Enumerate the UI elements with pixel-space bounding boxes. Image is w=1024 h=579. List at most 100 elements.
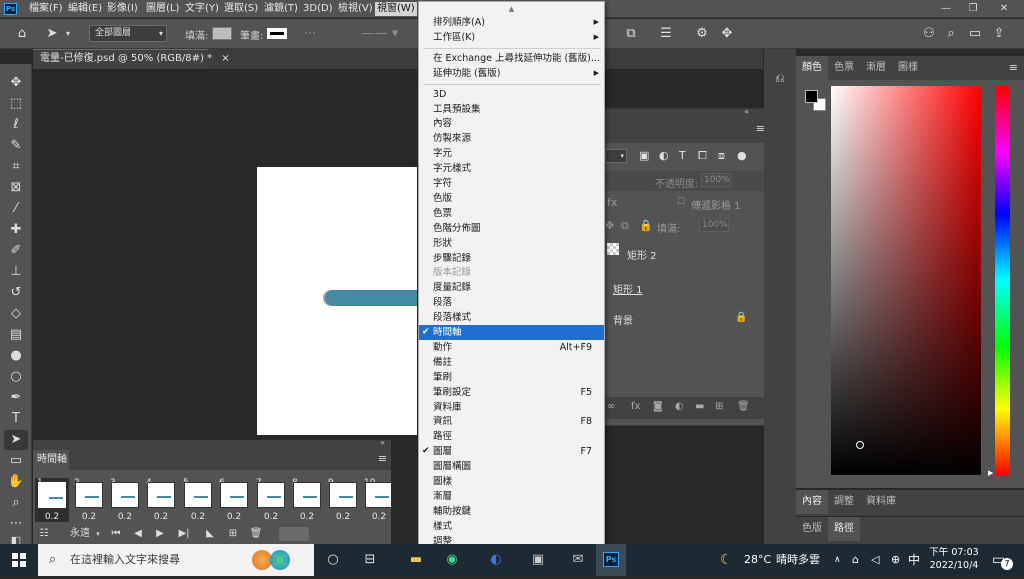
history-panel-icon[interactable]: ⎌ (769, 67, 791, 89)
quick-select-tool-icon[interactable]: ✎ (4, 136, 28, 156)
previous-frame-icon[interactable]: ◀ (131, 526, 145, 542)
filter-toggle-icon[interactable]: ● (737, 149, 747, 162)
tab-channels[interactable]: 色版 (796, 517, 828, 541)
window-menu-item[interactable]: 段落樣式 (419, 310, 604, 325)
eraser-tool-icon[interactable]: ◇ (4, 304, 28, 324)
lock-all-icon[interactable]: 🔒 (639, 219, 653, 232)
propagate-checkbox[interactable]: ☐ (677, 197, 685, 207)
window-menu-item[interactable]: 3D (419, 87, 604, 102)
marquee-tool-icon[interactable]: ⬚ (4, 94, 28, 114)
collapse-icon[interactable]: « (380, 438, 385, 447)
window-menu-item[interactable]: 步驟記錄 (419, 251, 604, 266)
task-view-icon[interactable]: ○ (315, 544, 351, 576)
frame-delay[interactable]: 0.2 (329, 511, 357, 523)
menu-select[interactable]: 選取(S) (222, 2, 260, 16)
menu-filter[interactable]: 濾鏡(T) (262, 2, 300, 16)
add-mask-icon[interactable]: ◙ (653, 401, 663, 412)
menu-edit[interactable]: 編輯(E) (66, 2, 104, 16)
type-tool-icon[interactable]: T (4, 409, 28, 429)
layer-fill-field[interactable]: 100% (699, 218, 729, 232)
pen-tool-icon[interactable]: ✒ (4, 388, 28, 408)
taskbar-search-box[interactable]: ⌕ 在這裡輸入文字來搜尋 (38, 544, 314, 576)
frame-delay[interactable]: 0.2 (293, 511, 321, 523)
window-menu-item[interactable]: 圖樣 (419, 474, 604, 489)
chrome-icon[interactable]: ◉ (434, 544, 470, 576)
frame-4[interactable]: 40.2 (144, 478, 178, 522)
layer-name[interactable]: 矩形 2 (627, 247, 657, 262)
start-button[interactable] (0, 544, 38, 576)
opacity-field[interactable]: 100% (701, 173, 731, 187)
blur-tool-icon[interactable]: ● (4, 346, 28, 366)
trash-icon[interactable]: 🗑 (737, 401, 750, 412)
restore-icon[interactable]: ❐ (962, 1, 984, 16)
menu-type[interactable]: 文字(Y) (183, 2, 221, 16)
new-layer-icon[interactable]: ⊞ (715, 401, 723, 412)
frame-2[interactable]: 20.2 (72, 478, 106, 522)
widgets-icon[interactable]: ⊟ (352, 544, 388, 576)
edge-icon[interactable]: ◐ (478, 544, 514, 576)
lock-position-icon[interactable]: ✥ (605, 219, 614, 232)
window-menu-item[interactable]: ✔ 圖層 F7 (419, 444, 604, 459)
window-menu-item[interactable]: 排列順序(A) ▶ (419, 15, 604, 30)
image-filter-icon[interactable]: ▣ (639, 149, 649, 162)
tab-libraries[interactable]: 資料庫 (860, 490, 902, 514)
search-icon[interactable]: ⌕ (942, 19, 960, 49)
store-icon[interactable]: ▣ (520, 544, 556, 576)
collapse-icon[interactable]: « (744, 107, 749, 116)
tab-adjustments[interactable]: 調整 (828, 490, 860, 514)
tab-paths[interactable]: 路徑 (828, 517, 860, 541)
window-menu-item[interactable]: ✔ 時間軸 (419, 325, 604, 340)
window-menu-item[interactable]: 工具預設集 (419, 102, 604, 117)
shape-filter-icon[interactable]: ⧠ (698, 149, 707, 163)
hand-tool-icon[interactable]: ✋ (4, 472, 28, 492)
frame-delay[interactable]: 0.2 (184, 511, 212, 523)
window-menu-item[interactable]: 色票 (419, 206, 604, 221)
menu-window[interactable]: 視窗(W) (375, 2, 417, 16)
layer-name[interactable]: 背景 (613, 312, 633, 327)
window-menu-item[interactable]: 輔助按鍵 (419, 504, 604, 519)
minimize-icon[interactable]: — (935, 1, 957, 16)
color-picker-marker[interactable] (856, 441, 864, 449)
window-menu-item[interactable]: 內容 (419, 116, 604, 131)
frame-delay[interactable]: 0.2 (147, 511, 175, 523)
frame-6[interactable]: 60.2 (217, 478, 251, 522)
layer-name[interactable]: 矩形 1 (613, 281, 643, 296)
frame-delay[interactable]: 0.2 (111, 511, 139, 523)
window-menu-item[interactable]: 圖層構圖 (419, 459, 604, 474)
window-menu-item[interactable]: 延伸功能 (舊版) ▶ (419, 66, 604, 81)
foreground-color-swatch[interactable] (805, 90, 818, 103)
stroke-type-dropdown[interactable]: —— ▾ (360, 19, 400, 49)
adjustment-filter-icon[interactable]: ◐ (659, 149, 669, 162)
align-edges-icon[interactable]: ✥ (716, 19, 738, 49)
lasso-tool-icon[interactable]: ℓ (4, 115, 28, 135)
menu-file[interactable]: 檔案(F) (27, 2, 65, 16)
frame-delay[interactable]: 0.2 (38, 511, 66, 523)
home-icon[interactable]: ⌂ (10, 19, 34, 49)
window-menu-item[interactable]: 度量記錄 (419, 280, 604, 295)
play-icon[interactable]: ▶ (153, 526, 167, 542)
link-layers-icon[interactable]: ∞ (607, 401, 615, 412)
window-menu-item[interactable]: 備註 (419, 355, 604, 370)
input-method-icon[interactable]: ⊕ (891, 544, 900, 576)
window-menu-item[interactable]: 樣式 (419, 519, 604, 534)
tab-patterns[interactable]: 圖樣 (892, 56, 924, 80)
frame-8[interactable]: 80.2 (290, 478, 324, 522)
weather-temperature[interactable]: 28°C (744, 544, 771, 576)
chevron-up-icon[interactable]: ∧ (834, 544, 841, 576)
menu-3d[interactable]: 3D(D) (301, 2, 335, 16)
gradient-tool-icon[interactable]: ▤ (4, 325, 28, 345)
stroke-swatch[interactable] (266, 27, 288, 40)
layer-row[interactable]: 矩形 2 (605, 237, 769, 271)
path-selection-tool-icon[interactable]: ➤ (4, 430, 28, 450)
tween-icon[interactable]: ◣ (203, 526, 217, 542)
file-explorer-icon[interactable]: ▬ (398, 544, 434, 576)
window-menu-item[interactable]: 動作 Alt+F9 (419, 340, 604, 355)
network-icon[interactable]: ⌂ (852, 544, 859, 576)
frame-3[interactable]: 30.2 (108, 478, 142, 522)
ime-indicator[interactable]: 中 (908, 544, 920, 576)
stroke-width-field[interactable]: ⋯ (300, 19, 320, 49)
tab-swatches[interactable]: 色票 (828, 56, 860, 80)
hue-slider[interactable]: ▶ (988, 86, 1010, 477)
window-menu-item[interactable]: 筆刷 (419, 370, 604, 385)
hue-slider-handle[interactable]: ▶ (988, 469, 993, 477)
